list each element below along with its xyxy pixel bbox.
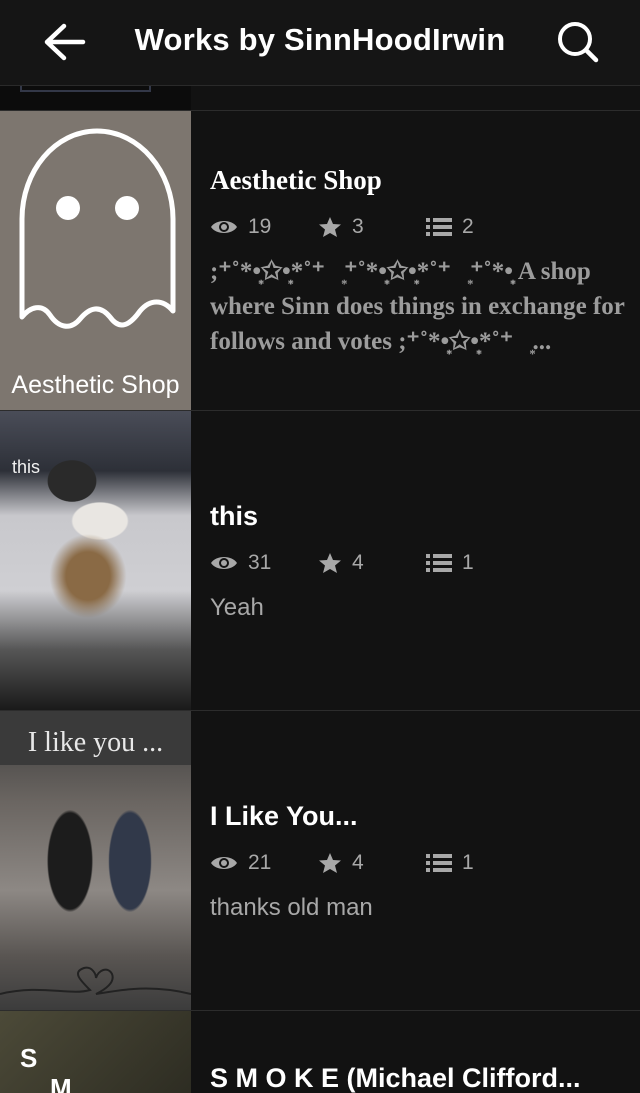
heart-doodle-icon [0,966,191,995]
work-info: S M O K E (Michael Clifford... [210,1063,632,1093]
parts-count: 2 [462,215,474,238]
works-list: Aesthetic Shop Aesthetic Shop 19 3 2 ;⁺˚… [0,86,640,1093]
reads-stat: 31 [210,551,318,575]
reads-stat: 21 [210,851,318,875]
work-cover: S M [0,1011,191,1093]
eye-icon [211,221,237,233]
top-bar: Works by SinnHoodIrwin [0,0,640,86]
page-title: Works by SinnHoodIrwin [134,22,506,57]
work-stats: 21 4 1 [210,848,632,878]
search-button[interactable] [554,18,602,66]
list-icon [426,554,452,572]
star-icon [319,853,341,873]
work-row[interactable]: Aesthetic Shop Aesthetic Shop 19 3 2 ;⁺˚… [0,111,640,411]
work-title: this [210,501,259,531]
votes-count: 4 [352,851,364,874]
work-info: Aesthetic Shop 19 3 2 ;⁺˚*•̩̩͙✩•̩̩͙*˚⁺‧͙… [210,165,632,359]
reads-count: 31 [248,551,272,574]
parts-count: 1 [462,851,474,874]
votes-stat: 4 [318,851,426,875]
work-cover: Aesthetic Shop [0,111,191,410]
eye-icon [211,557,237,569]
votes-count: 4 [352,551,364,574]
votes-count: 3 [352,215,364,238]
work-cover: this [0,411,191,710]
cover-caption: Aesthetic Shop [11,371,180,399]
work-title: I Like You... [210,801,358,831]
parts-stat: 2 [426,215,534,239]
work-info: I Like You... 21 4 1 thanks old man [210,801,632,925]
work-row-partial[interactable] [0,86,640,111]
work-description: Yeah [210,594,264,621]
arrow-left-icon [44,23,86,61]
eye-icon [211,857,237,869]
votes-stat: 3 [318,215,426,239]
search-icon [558,22,599,63]
work-description: ;⁺˚*•̩̩͙✩•̩̩͙*˚⁺‧͙⁺˚*•̩̩͙✩•̩̩͙*˚⁺‧͙⁺˚*•̩… [210,258,625,355]
cover-letter: S [20,1043,38,1073]
work-title: S M O K E (Michael Clifford... [210,1063,581,1093]
ghost-icon [19,128,176,329]
work-description: thanks old man [210,894,373,921]
work-row[interactable]: I like you ... I Like You... 21 4 1 than… [0,711,640,1011]
star-icon [319,217,341,237]
list-icon [426,854,452,872]
cover-letter: M [50,1073,72,1093]
votes-stat: 4 [318,551,426,575]
parts-stat: 1 [426,851,534,875]
work-stats: 19 3 2 [210,212,632,242]
work-row[interactable]: S M S M O K E (Michael Clifford... [0,1011,640,1093]
work-info: this 31 4 1 Yeah [210,501,632,625]
back-button[interactable] [38,20,90,64]
parts-count: 1 [462,551,474,574]
parts-stat: 1 [426,551,534,575]
work-cover [0,86,191,110]
list-icon [426,218,452,236]
reads-count: 19 [248,215,272,238]
cover-tag: this [12,457,41,477]
star-icon [319,553,341,573]
work-row[interactable]: this this 31 4 1 Yeah [0,411,640,711]
reads-stat: 19 [210,215,318,239]
work-title: Aesthetic Shop [210,165,382,195]
work-cover: I like you ... [0,711,191,1010]
reads-count: 21 [248,851,272,874]
cover-text: I like you ... [27,727,164,758]
work-stats: 31 4 1 [210,548,632,578]
